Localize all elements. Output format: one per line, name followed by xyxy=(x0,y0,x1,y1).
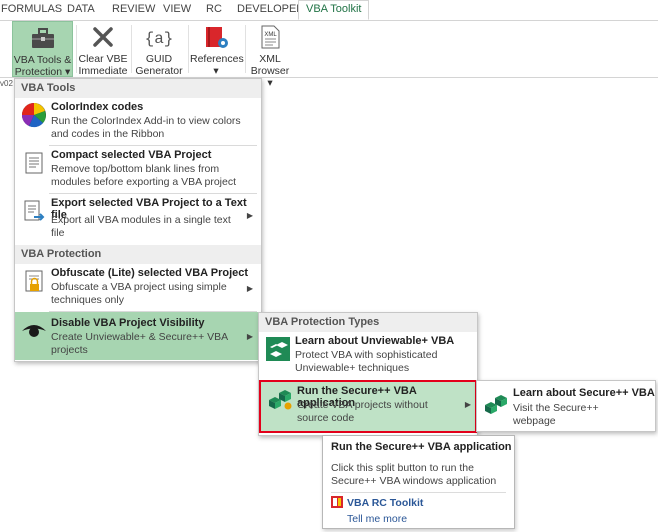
export-document-icon xyxy=(24,200,45,221)
tell-me-more-link[interactable]: Tell me more xyxy=(347,513,407,525)
xml-browser-button[interactable]: XML XML Browser ▾ xyxy=(247,21,293,89)
tooltip-body: Click this split button to run the Secur… xyxy=(331,462,497,487)
tooltip-title: Run the Secure++ VBA application xyxy=(331,441,512,453)
menu-item-export-vba-project[interactable]: Export selected VBA Project to a Text fi… xyxy=(15,194,261,239)
submenu-arrow-icon: ▶ xyxy=(246,211,253,220)
references-label-1: References xyxy=(190,53,244,65)
run-secure-desc: Create VBA projects without source code xyxy=(297,399,428,424)
colorindex-title: ColorIndex codes xyxy=(51,101,144,113)
clear-vbe-label-2: Immediate xyxy=(78,65,128,77)
rc-toolkit-icon xyxy=(331,496,343,508)
obfuscate-desc: Obfuscate a VBA project using simple tec… xyxy=(51,281,227,306)
svg-text:XML: XML xyxy=(264,32,277,38)
menu-item-obfuscate-vba-project[interactable]: Obfuscate (Lite) selected VBA Project Ob… xyxy=(15,264,261,310)
menu-item-learn-unviewable[interactable]: Learn about Unviewable+ VBA Protect VBA … xyxy=(259,332,477,377)
guid-generator-button[interactable]: {a} GUID Generator ▾ xyxy=(133,21,185,89)
ribbon-separator xyxy=(131,25,132,73)
learn-secure-title: Learn about Secure++ VBA xyxy=(513,387,655,399)
tab-developer[interactable]: DEVELOPER xyxy=(237,3,304,15)
ribbon-separator xyxy=(188,25,189,73)
clear-vbe-label-1: Clear VBE xyxy=(78,53,128,65)
vba-protection-types-submenu: VBA Protection Types Learn about Unviewa… xyxy=(258,312,478,436)
colorindex-desc: Run the ColorIndex Add-in to view colors… xyxy=(51,115,241,140)
menu-item-compact-vba-project[interactable]: Compact selected VBA Project Remove top/… xyxy=(15,146,261,192)
ribbon-separator xyxy=(245,25,246,73)
xml-document-icon: XML xyxy=(261,25,280,49)
menu-item-learn-secure[interactable]: Learn about Secure++ VBA Visit the Secur… xyxy=(477,381,655,431)
tab-view[interactable]: VIEW xyxy=(163,3,191,15)
ribbon-tab-bar: FORMULAS DATA REVIEW VIEW RC DEVELOPER V… xyxy=(0,0,658,21)
name-box-fragment: v02 xyxy=(0,79,13,88)
tab-vba-toolkit[interactable]: VBA Toolkit xyxy=(298,0,370,20)
secure-cubes-icon xyxy=(269,390,292,410)
menu-item-run-secure-app[interactable]: Run the Secure++ VBA application Create … xyxy=(259,380,477,433)
section-header-vba-protection: VBA Protection xyxy=(15,245,261,264)
svg-text:{a}: {a} xyxy=(146,30,172,48)
menu-item-colorindex[interactable]: ColorIndex codes Run the ColorIndex Add-… xyxy=(15,98,261,144)
clear-x-icon xyxy=(93,27,113,47)
tooltip-link-title: VBA RC Toolkit xyxy=(347,497,424,509)
tab-review[interactable]: REVIEW xyxy=(112,3,155,15)
menu-item-disable-vba-visibility[interactable]: Disable VBA Project Visibility Create Un… xyxy=(15,312,261,360)
obfuscate-lock-document-icon xyxy=(25,270,43,292)
export-desc: Export all VBA modules in a single text … xyxy=(51,214,231,239)
tab-rc[interactable]: RC xyxy=(206,3,222,15)
compact-title: Compact selected VBA Project xyxy=(51,149,212,161)
color-wheel-icon xyxy=(21,103,46,128)
secure-cubes-icon xyxy=(485,395,507,414)
tooltip-secure-app: Run the Secure++ VBA application Click t… xyxy=(322,435,515,529)
xml-label-1: XML xyxy=(259,53,281,65)
learn-secure-desc: Visit the Secure++ webpage xyxy=(513,402,599,427)
section-header-protection-types: VBA Protection Types xyxy=(259,313,477,332)
references-books-icon xyxy=(206,27,228,48)
tab-data[interactable]: DATA xyxy=(67,3,95,15)
unviewable-desc: Protect VBA with sophisticated Unviewabl… xyxy=(295,349,438,374)
tab-formulas[interactable]: FORMULAS xyxy=(1,3,62,15)
vba-tools-protection-button[interactable]: VBA Tools & Protection ▾ xyxy=(12,21,73,78)
submenu-arrow-icon[interactable]: ▶ xyxy=(465,400,471,409)
compact-document-icon xyxy=(25,152,43,174)
section-header-vba-tools: VBA Tools xyxy=(15,79,261,98)
submenu-arrow-icon: ▶ xyxy=(246,284,253,293)
disable-visibility-desc: Create Unviewable+ & Secure++ VBA projec… xyxy=(51,331,228,356)
vba-tools-label-2: Protection ▾ xyxy=(14,66,71,78)
tooltip-divider xyxy=(331,492,506,493)
compact-desc: Remove top/bottom blank lines from modul… xyxy=(51,163,237,188)
hidden-eye-icon xyxy=(22,325,46,337)
guid-label-1: GUID xyxy=(145,53,173,65)
vba-tools-dropdown: VBA Tools ColorIndex codes Run the Color… xyxy=(14,78,262,362)
secure-submenu: Learn about Secure++ VBA Visit the Secur… xyxy=(476,380,656,432)
braces-icon: {a} xyxy=(146,30,172,48)
ribbon: VBA Tools & Protection ▾ Clear VBE Immed… xyxy=(0,21,658,89)
vba-tools-label-1: VBA Tools & xyxy=(13,54,72,66)
unviewable-title: Learn about Unviewable+ VBA xyxy=(295,335,455,347)
references-button[interactable]: References ▾ xyxy=(190,21,244,77)
toolbox-icon xyxy=(31,28,54,48)
disable-visibility-title: Disable VBA Project Visibility xyxy=(51,317,205,329)
clear-vbe-immediate-button[interactable]: Clear VBE Immediate xyxy=(78,21,128,77)
references-label-2: ▾ xyxy=(213,65,219,77)
ribbon-separator xyxy=(76,25,77,73)
submenu-arrow-icon: ▶ xyxy=(246,332,253,341)
obfuscate-title: Obfuscate (Lite) selected VBA Project xyxy=(51,267,249,279)
unviewable-cubes-icon xyxy=(266,337,290,361)
